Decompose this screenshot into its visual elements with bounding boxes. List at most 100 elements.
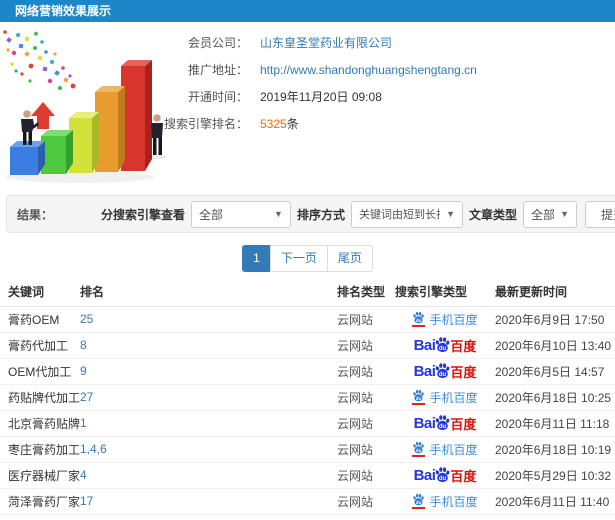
table-row: 北京膏药贴牌 1 云网站 Bai du 百度 2020年6月11日 11:18 [0, 410, 615, 437]
page-title-bar: 网络营销效果展示 [0, 0, 615, 22]
orange-bar [95, 86, 125, 172]
filter-bar: 结果： 分搜索引擎查看 全部 ▼ 排序方式 关键词由短到长排序 ▼ 文章类型 全… [6, 195, 615, 233]
svg-text:du: du [439, 424, 447, 430]
sort-select-value: 关键词由短到长排序 [358, 209, 440, 221]
keyword-text: 枣庄膏药加工 [8, 442, 80, 457]
keyword-text: OEM代加工 [8, 364, 72, 379]
rank-link[interactable]: 25 [80, 312, 93, 326]
rank-link[interactable]: 17 [80, 494, 93, 508]
sort-select[interactable]: 关键词由短到长排序 ▼ [350, 200, 463, 228]
mobile-baidu-label: 手机百度 [429, 390, 478, 405]
col-updated: 最新更新时间 [495, 278, 615, 307]
baidu-logo-cn: 百度 [450, 338, 477, 354]
engine-select-value: 全部 [198, 207, 223, 222]
table-row: 药贴牌代加工 27 云网站 du 手机百度 2020年6月18日 10:25 [0, 384, 615, 411]
updated-time-text: 2020年6月18日 10:25 [495, 390, 612, 405]
updated-time-text: 2020年6月18日 10:19 [495, 442, 612, 457]
page-title: 网络营销效果展示 [15, 4, 112, 18]
svg-text:du: du [439, 476, 447, 482]
yellow-bar [69, 112, 99, 173]
article-type-label: 文章类型 [468, 207, 517, 222]
keyword-text: 膏药OEM [8, 312, 60, 327]
open-time-label: 开通时间： [187, 90, 248, 104]
updated-time-text: 2020年6月11日 11:40 [495, 494, 610, 509]
col-rank: 排名 [80, 278, 337, 307]
mobile-baidu-logo: du 手机百度 [412, 493, 478, 510]
chevron-down-icon: ▼ [446, 209, 455, 219]
rank-type-text: 云网站 [337, 442, 374, 457]
baidu-logo: Bai du 百度 [414, 466, 477, 485]
updated-time-text: 2020年5月29日 10:32 [495, 468, 612, 483]
baidu-logo-cn: 百度 [450, 416, 477, 432]
baidu-paw-icon: du [412, 311, 426, 327]
baidu-logo-cn: 百度 [450, 468, 477, 484]
rank-link[interactable]: 27 [80, 390, 93, 404]
rank-type-text: 云网站 [337, 494, 374, 509]
company-link[interactable]: 山东皇圣堂药业有限公司 [260, 34, 392, 51]
keyword-text: 药贴牌代加工 [8, 390, 80, 405]
engine-select[interactable]: 全部 ▼ [190, 200, 291, 228]
keyword-text: 膏药代加工 [8, 338, 69, 353]
submit-button[interactable]: 提交 [585, 200, 615, 228]
mobile-baidu-logo: du 手机百度 [412, 389, 478, 406]
baidu-logo-bai: Bai [413, 466, 436, 484]
mobile-baidu-logo: du 手机百度 [412, 441, 478, 458]
confetti [3, 30, 76, 90]
table-row: 医疗器械厂家 4 云网站 Bai du 百度 2020年5月29日 10:32 [0, 462, 615, 489]
results-table-header: 关键词 排名 排名类型 搜索引擎类型 最新更新时间 [0, 278, 615, 307]
updated-time-text: 2020年6月10日 13:40 [495, 338, 612, 353]
next-page-button[interactable]: 下一页 [269, 245, 328, 272]
info-row-company: 会员公司： 山东皇圣堂药业有限公司 [130, 34, 615, 51]
baidu-logo: Bai du 百度 [414, 336, 477, 355]
engine-filter-label: 分搜索引擎查看 [100, 207, 185, 222]
updated-time-text: 2020年6月5日 14:57 [495, 364, 605, 379]
chevron-down-icon: ▼ [560, 209, 569, 219]
company-info: 会员公司： 山东皇圣堂药业有限公司 推广地址： http://www.shand… [130, 34, 615, 142]
baidu-logo-bai: Bai [413, 362, 436, 380]
article-type-select-value: 全部 [531, 207, 555, 222]
promo-url-link[interactable]: http://www.shandonghuangshengtang.cn [260, 63, 477, 77]
baidu-paw-icon: du [412, 389, 426, 405]
keyword-text: 医疗器械厂家 [8, 468, 80, 483]
info-row-open-time: 开通时间： 2019年11月20日 09:08 [130, 88, 615, 105]
open-time-value: 2019年11月20日 09:08 [260, 90, 382, 104]
rank-link[interactable]: 4 [80, 468, 87, 482]
rank-type-text: 云网站 [337, 338, 374, 353]
baidu-logo-bai: Bai [413, 336, 436, 354]
rank-type-text: 云网站 [337, 468, 374, 483]
table-row: 膏药代加工 8 云网站 Bai du 百度 2020年6月10日 13:40 [0, 332, 615, 359]
baidu-logo-bai: Bai [413, 414, 436, 432]
rank-type-text: 云网站 [337, 364, 374, 379]
baidu-logo: Bai du 百度 [414, 362, 477, 381]
svg-text:du: du [439, 346, 447, 352]
company-label: 会员公司： [187, 36, 248, 50]
baidu-paw-icon: du [412, 493, 426, 509]
last-page-button[interactable]: 尾页 [326, 245, 373, 272]
info-row-rank-count: 搜索引擎排名： 5325条 [130, 115, 615, 132]
article-type-select[interactable]: 全部 ▼ [523, 200, 577, 228]
green-bar [41, 130, 73, 174]
rank-link[interactable]: 9 [80, 364, 87, 378]
svg-text:du: du [416, 318, 422, 323]
baidu-paw-icon: du [436, 466, 450, 482]
svg-text:du: du [416, 396, 422, 401]
baidu-paw-icon: du [412, 441, 426, 457]
results-table-body: 膏药OEM 25 云网站 du 手机百度 2020年6月9日 17:50 膏药代… [0, 306, 615, 515]
rank-link[interactable]: 1 [80, 416, 87, 430]
sort-filter-label: 排序方式 [296, 207, 345, 222]
info-row-url: 推广地址： http://www.shandonghuangshengtang.… [130, 61, 615, 78]
rank-count-number: 5325 [260, 117, 287, 131]
rank-link[interactable]: 8 [80, 338, 87, 352]
result-label: 结果： [17, 207, 54, 222]
baidu-paw-icon: du [436, 362, 450, 378]
rank-type-text: 云网站 [337, 312, 374, 327]
baidu-paw-icon: du [436, 414, 450, 430]
mobile-baidu-label: 手机百度 [429, 494, 478, 509]
col-rank-type: 排名类型 [337, 278, 395, 307]
baidu-logo: Bai du 百度 [414, 414, 477, 433]
rank-count-value: 5325条 [260, 115, 299, 132]
table-row: 膏药OEM 25 云网站 du 手机百度 2020年6月9日 17:50 [0, 306, 615, 333]
rank-link[interactable]: 1,4,6 [80, 442, 107, 456]
keyword-text: 菏泽膏药厂家 [8, 494, 80, 509]
page-current-button[interactable]: 1 [242, 245, 271, 272]
